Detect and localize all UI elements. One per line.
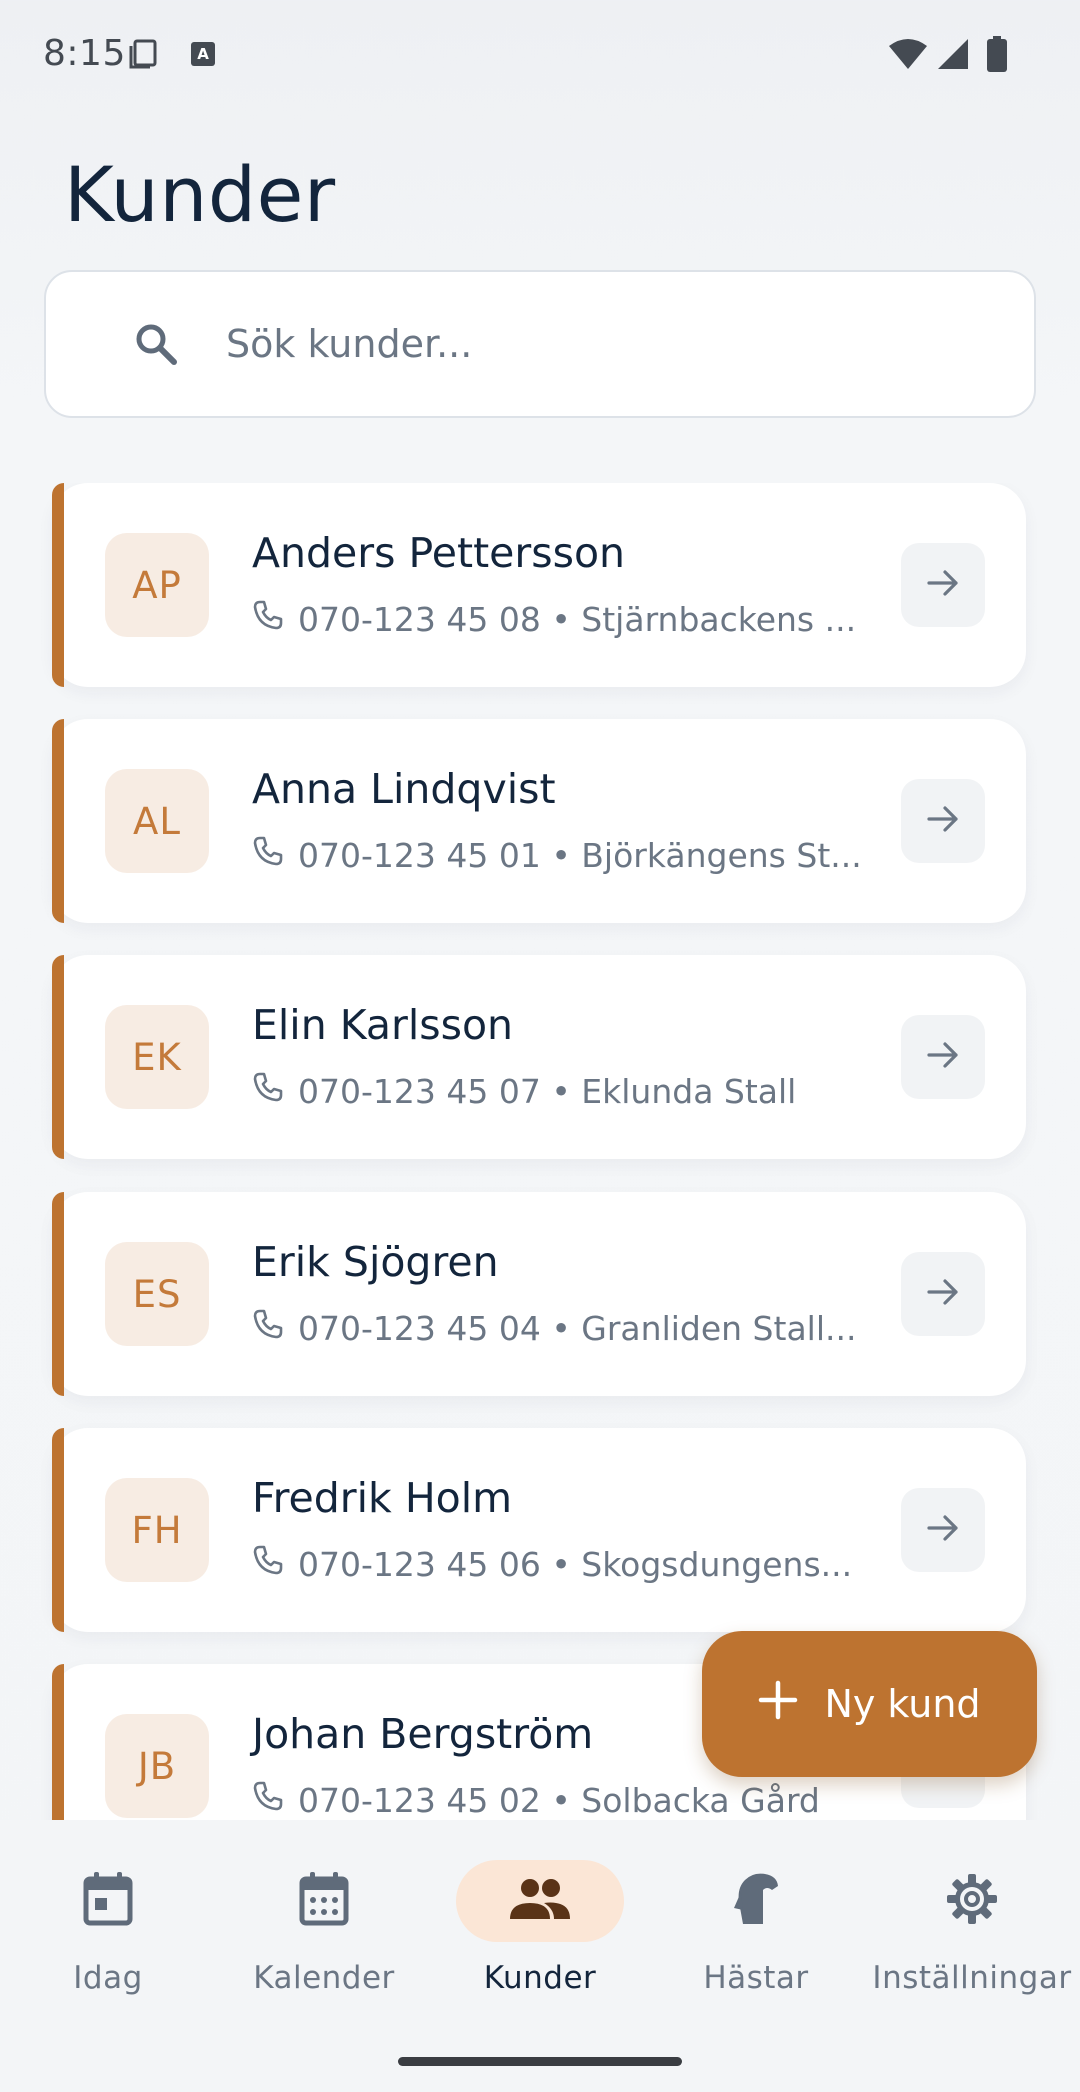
nav-item-kalender[interactable]: Kalender (216, 1860, 432, 2020)
customer-phone-location: 070-123 45 07 • Eklunda Stall (298, 1071, 797, 1111)
phone-icon (252, 1308, 284, 1348)
avatar: AL (105, 769, 209, 873)
phone-icon (252, 835, 284, 875)
customer-card[interactable]: FH Fredrik Holm 070-123 45 06 • Skogsdun… (52, 1428, 1026, 1632)
card-accent (52, 955, 64, 1159)
plus-icon (758, 1680, 798, 1729)
keyboard-a-icon: A (190, 41, 216, 71)
people-icon (509, 1877, 571, 1925)
home-indicator[interactable] (398, 2057, 682, 2066)
battery-icon (986, 36, 1008, 76)
arrow-right-icon (925, 801, 961, 841)
screen-icon (128, 38, 160, 74)
customer-name: Johan Bergström (252, 1710, 594, 1758)
arrow-right-icon (925, 565, 961, 605)
avatar: ES (105, 1242, 209, 1346)
wifi-icon (888, 38, 928, 74)
calendar-month-icon (298, 1871, 350, 1931)
card-accent (52, 483, 64, 687)
new-customer-button[interactable]: Ny kund (702, 1631, 1037, 1777)
customer-meta: 070-123 45 08 • Stjärnbackens ... (252, 599, 872, 639)
arrow-right-icon (925, 1510, 961, 1550)
customer-card[interactable]: AP Anders Pettersson 070-123 45 08 • Stj… (52, 483, 1026, 687)
customer-card[interactable]: AL Anna Lindqvist 070-123 45 01 • Björkä… (52, 719, 1026, 923)
card-accent (52, 1428, 64, 1632)
card-accent (52, 719, 64, 923)
open-customer-button[interactable] (901, 1015, 985, 1099)
customer-phone-location: 070-123 45 02 • Solbacka Gård (298, 1780, 820, 1820)
customer-phone-location: 070-123 45 04 • Granliden Stall... (298, 1308, 857, 1348)
gear-icon (945, 1872, 999, 1930)
customer-name: Elin Karlsson (252, 1001, 514, 1049)
customer-phone-location: 070-123 45 01 • Björkängens St... (298, 835, 862, 875)
nav-item-kunder[interactable]: Kunder (432, 1860, 648, 2020)
customer-phone-location: 070-123 45 06 • Skogsdungens... (298, 1544, 853, 1584)
avatar: AP (105, 533, 209, 637)
avatar: JB (105, 1714, 209, 1818)
customer-meta: 070-123 45 07 • Eklunda Stall (252, 1071, 872, 1111)
arrow-right-icon (925, 1037, 961, 1077)
calendar-today-icon (82, 1871, 134, 1931)
search-box[interactable] (44, 270, 1036, 418)
customer-card[interactable]: ES Erik Sjögren 070-123 45 04 • Granlide… (52, 1192, 1026, 1396)
nav-label: Inställningar (872, 1960, 1072, 1996)
customer-name: Erik Sjögren (252, 1238, 499, 1286)
phone-icon (252, 1544, 284, 1584)
phone-icon (252, 1071, 284, 1111)
open-customer-button[interactable] (901, 543, 985, 627)
customer-list[interactable]: AP Anders Pettersson 070-123 45 08 • Stj… (0, 483, 1080, 1820)
customer-phone-location: 070-123 45 08 • Stjärnbackens ... (298, 599, 857, 639)
customer-card[interactable]: EK Elin Karlsson 070-123 45 07 • Eklunda… (52, 955, 1026, 1159)
open-customer-button[interactable] (901, 1252, 985, 1336)
search-input[interactable] (226, 272, 1006, 416)
customer-meta: 070-123 45 06 • Skogsdungens... (252, 1544, 872, 1584)
customer-name: Anna Lindqvist (252, 765, 556, 813)
customer-name: Fredrik Holm (252, 1474, 513, 1522)
bottom-nav: Idag Kalender Kunder Hästar Inställninga… (0, 1820, 1080, 2092)
customer-meta: 070-123 45 01 • Björkängens St... (252, 835, 872, 875)
nav-item-installningar[interactable]: Inställningar (864, 1860, 1080, 2020)
phone-icon (252, 1780, 284, 1820)
arrow-right-icon (925, 1274, 961, 1314)
customer-name: Anders Pettersson (252, 529, 626, 577)
phone-icon (252, 599, 284, 639)
status-bar: 8:15 A (0, 0, 1080, 110)
customer-meta: 070-123 45 02 • Solbacka Gård (252, 1780, 872, 1820)
page-title: Kunder (64, 150, 336, 239)
nav-item-idag[interactable]: Idag (0, 1860, 216, 2020)
signal-icon (936, 37, 970, 75)
avatar: EK (105, 1005, 209, 1109)
svg-text:A: A (197, 45, 209, 63)
open-customer-button[interactable] (901, 1488, 985, 1572)
open-customer-button[interactable] (901, 779, 985, 863)
status-time: 8:15 (43, 33, 126, 74)
customer-meta: 070-123 45 04 • Granliden Stall... (252, 1308, 872, 1348)
new-customer-label: Ny kund (824, 1682, 981, 1726)
horse-icon (731, 1872, 781, 1930)
card-accent (52, 1192, 64, 1396)
nav-item-hastar[interactable]: Hästar (648, 1860, 864, 2020)
search-icon (134, 322, 178, 370)
card-accent (52, 1664, 64, 1820)
avatar: FH (105, 1478, 209, 1582)
